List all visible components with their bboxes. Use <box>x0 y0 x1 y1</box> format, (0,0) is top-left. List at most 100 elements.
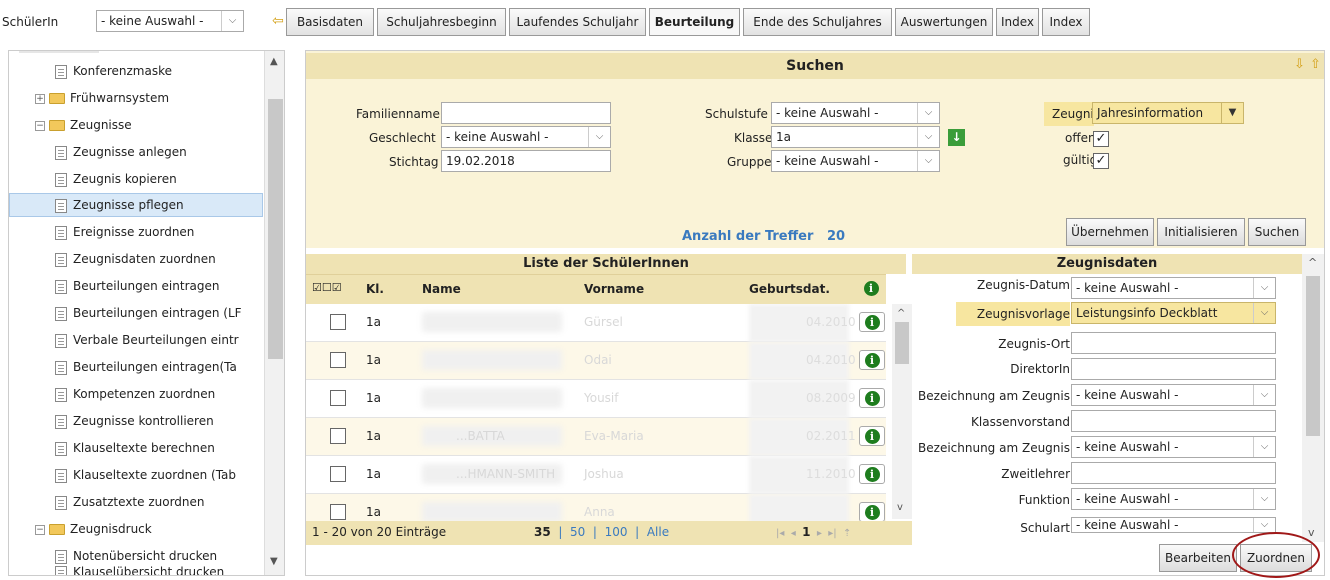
bezeichnung-direktor-select[interactable]: - keine Auswahl - ⌵ <box>1071 384 1276 406</box>
row-checkbox[interactable] <box>330 504 346 520</box>
collapse-icon[interactable]: − <box>35 524 45 535</box>
tree-item-zeugnisse-pflegen[interactable]: Zeugnisse pflegen <box>55 192 184 218</box>
col-name[interactable]: Name <box>422 282 461 296</box>
page-size-50[interactable]: 50 <box>570 525 585 539</box>
table-row[interactable]: 1a Yousif 08.2009 i <box>306 380 886 418</box>
geschlecht-select[interactable]: - keine Auswahl - ⌵ <box>441 126 611 148</box>
zeugnisvorlage-select[interactable]: Leistungsinfo Deckblatt ⌵ <box>1071 302 1276 324</box>
scroll-down-icon[interactable]: v <box>1308 526 1315 539</box>
zeugnis-select[interactable]: Jahresinformation ▼ <box>1092 102 1244 124</box>
col-kl[interactable]: Kl. <box>366 282 384 296</box>
tree-item-beurteilungen-eintragen[interactable]: Beurteilungen eintragen <box>55 273 263 299</box>
tree-item-zeugnis-kopieren[interactable]: Zeugnis kopieren <box>55 166 177 192</box>
tab-basisdaten[interactable]: Basisdaten <box>286 8 374 36</box>
tree-item-beurteilungen-eintragen-lf[interactable]: Beurteilungen eintragen (LF <box>55 300 263 326</box>
tab-beurteilung[interactable]: Beurteilung <box>649 8 740 36</box>
table-row[interactable]: 1a Gürsel 04.2010 i <box>306 304 886 342</box>
info-icon[interactable]: i <box>859 312 885 332</box>
tab-index-1[interactable]: Index <box>996 8 1039 36</box>
zeugnisdaten-scrollbar[interactable]: ^ v <box>1302 254 1324 542</box>
direktorin-input[interactable] <box>1071 358 1276 380</box>
info-icon[interactable]: i <box>859 502 885 522</box>
tree-item-zeugnisdruck[interactable]: − Zeugnisdruck <box>35 516 152 542</box>
first-page-icon[interactable]: |◂ <box>776 528 784 539</box>
scroll-up-icon[interactable]: ▲ <box>270 56 278 67</box>
info-icon[interactable]: i <box>859 388 885 408</box>
tree-item-ereignisse-zuordnen[interactable]: Ereignisse zuordnen <box>55 219 194 245</box>
zeugnis-ort-input[interactable] <box>1071 332 1276 354</box>
tab-auswertungen[interactable]: Auswertungen <box>895 8 993 36</box>
scroll-down-icon[interactable]: v <box>897 502 903 513</box>
funktion-select[interactable]: - keine Auswahl - ⌵ <box>1071 488 1276 510</box>
gruppe-select[interactable]: - keine Auswahl - ⌵ <box>771 150 940 172</box>
row-checkbox[interactable] <box>330 390 346 406</box>
tree-item-klauseluebersicht-drucken[interactable]: Klauselübersicht drucken <box>55 565 263 575</box>
scrollbar-thumb[interactable] <box>268 99 283 359</box>
tab-schuljahresbeginn[interactable]: Schuljahresbeginn <box>377 8 506 36</box>
stichtag-input[interactable]: 19.02.2018 <box>441 150 611 172</box>
download-arrow-icon[interactable]: ↓ <box>948 129 965 146</box>
tree-item-klauseltexte-berechnen[interactable]: Klauseltexte berechnen <box>55 435 263 461</box>
table-row[interactable]: 1a Anna i <box>306 494 886 524</box>
list-scrollbar[interactable]: ^ v <box>892 304 912 519</box>
last-page-icon[interactable]: ▸| <box>828 528 836 539</box>
suchen-button[interactable]: Suchen <box>1248 218 1306 246</box>
col-vorname[interactable]: Vorname <box>584 282 644 296</box>
page-size-35[interactable]: 35 <box>534 525 551 539</box>
arrow-left-icon[interactable]: ⇦ <box>272 13 284 29</box>
arrow-up-icon[interactable]: ⇧ <box>1310 57 1321 72</box>
table-row[interactable]: 1a ...HMANN-SMITH Joshua 11.2010 i <box>306 456 886 494</box>
offen-checkbox[interactable]: ✓ <box>1093 131 1109 147</box>
zeugnis-datum-select[interactable]: - keine Auswahl - ⌵ <box>1071 277 1276 299</box>
scroll-down-icon[interactable]: ▼ <box>270 556 278 567</box>
arrow-down-icon[interactable]: ⇩ <box>1294 57 1305 72</box>
tree-item-zeugnisse-kontrollieren[interactable]: Zeugnisse kontrollieren <box>55 408 263 434</box>
page-size-100[interactable]: 100 <box>605 525 628 539</box>
next-page-icon[interactable]: ▸ <box>817 528 822 539</box>
tree-item-zeugnisse[interactable]: − Zeugnisse <box>35 112 132 138</box>
tree-item-zeugnisse-anlegen[interactable]: Zeugnisse anlegen <box>55 139 187 165</box>
row-checkbox[interactable] <box>330 314 346 330</box>
tab-ende-des-schuljahres[interactable]: Ende des Schuljahres <box>743 8 892 36</box>
zweitlehrer-input[interactable] <box>1071 462 1276 484</box>
schulart-select[interactable]: - keine Auswahl - ⌵ <box>1071 517 1276 533</box>
scrollbar-thumb[interactable] <box>895 322 909 364</box>
row-checkbox[interactable] <box>330 466 346 482</box>
expand-icon[interactable]: + <box>35 93 45 104</box>
klasse-select[interactable]: 1a ⌵ <box>771 126 940 148</box>
bezeichnung-kv-select[interactable]: - keine Auswahl - ⌵ <box>1071 436 1276 458</box>
bearbeiten-button[interactable]: Bearbeiten <box>1159 544 1237 572</box>
table-row[interactable]: 1a ...BATTA Eva-Maria 02.2011 i <box>306 418 886 456</box>
table-row[interactable]: 1a Odai 04.2010 i <box>306 342 886 380</box>
info-icon[interactable]: i <box>859 464 885 484</box>
page-size-alle[interactable]: Alle <box>647 525 669 539</box>
tree-item-konferenzmaske[interactable]: Konferenzmaske <box>55 58 172 84</box>
klassenvorstand-input[interactable] <box>1071 410 1276 432</box>
tree-item-zusatztexte-zuordnen[interactable]: Zusatztexte zuordnen <box>55 489 263 515</box>
tab-index-2[interactable]: Index <box>1042 8 1090 36</box>
info-icon[interactable]: i <box>859 426 885 446</box>
tree-item-zeugnisdaten-zuordnen[interactable]: Zeugnisdaten zuordnen <box>55 246 216 272</box>
select-all-checkbox-icons[interactable]: ☑☐☑ <box>312 281 342 294</box>
tree-item-beurteilungen-eintragen-ta[interactable]: Beurteilungen eintragen(Ta <box>55 354 263 380</box>
tree-item-verbale-beurteilungen[interactable]: Verbale Beurteilungen eintr <box>55 327 263 353</box>
tree-item-fruehwarnsystem[interactable]: + Frühwarnsystem <box>35 85 169 111</box>
col-geburtsdat[interactable]: Geburtsdat. <box>749 282 830 296</box>
pupil-select[interactable]: - keine Auswahl - ⌵ <box>96 10 244 32</box>
scrollbar-thumb[interactable] <box>1306 276 1320 436</box>
prev-page-icon[interactable]: ◂ <box>791 528 796 539</box>
tree-scrollbar[interactable]: ▲ ▼ <box>264 51 284 575</box>
tab-laufendes-schuljahr[interactable]: Laufendes Schuljahr <box>509 8 646 36</box>
info-icon[interactable]: i <box>859 350 885 370</box>
tree-item-kompetenzen-zuordnen[interactable]: Kompetenzen zuordnen <box>55 381 263 407</box>
initialisieren-button[interactable]: Initialisieren <box>1157 218 1245 246</box>
row-checkbox[interactable] <box>330 352 346 368</box>
refresh-icon[interactable]: ⇡ <box>843 528 851 539</box>
schulstufe-select[interactable]: - keine Auswahl - ⌵ <box>771 102 940 124</box>
gueltig-checkbox[interactable]: ✓ <box>1093 153 1109 169</box>
uebernehmen-button[interactable]: Übernehmen <box>1066 218 1154 246</box>
row-checkbox[interactable] <box>330 428 346 444</box>
familienname-input[interactable] <box>441 102 611 124</box>
scroll-up-icon[interactable]: ^ <box>1308 256 1317 269</box>
tree-item-klauseltexte-zuordnen[interactable]: Klauseltexte zuordnen (Tab <box>55 462 263 488</box>
